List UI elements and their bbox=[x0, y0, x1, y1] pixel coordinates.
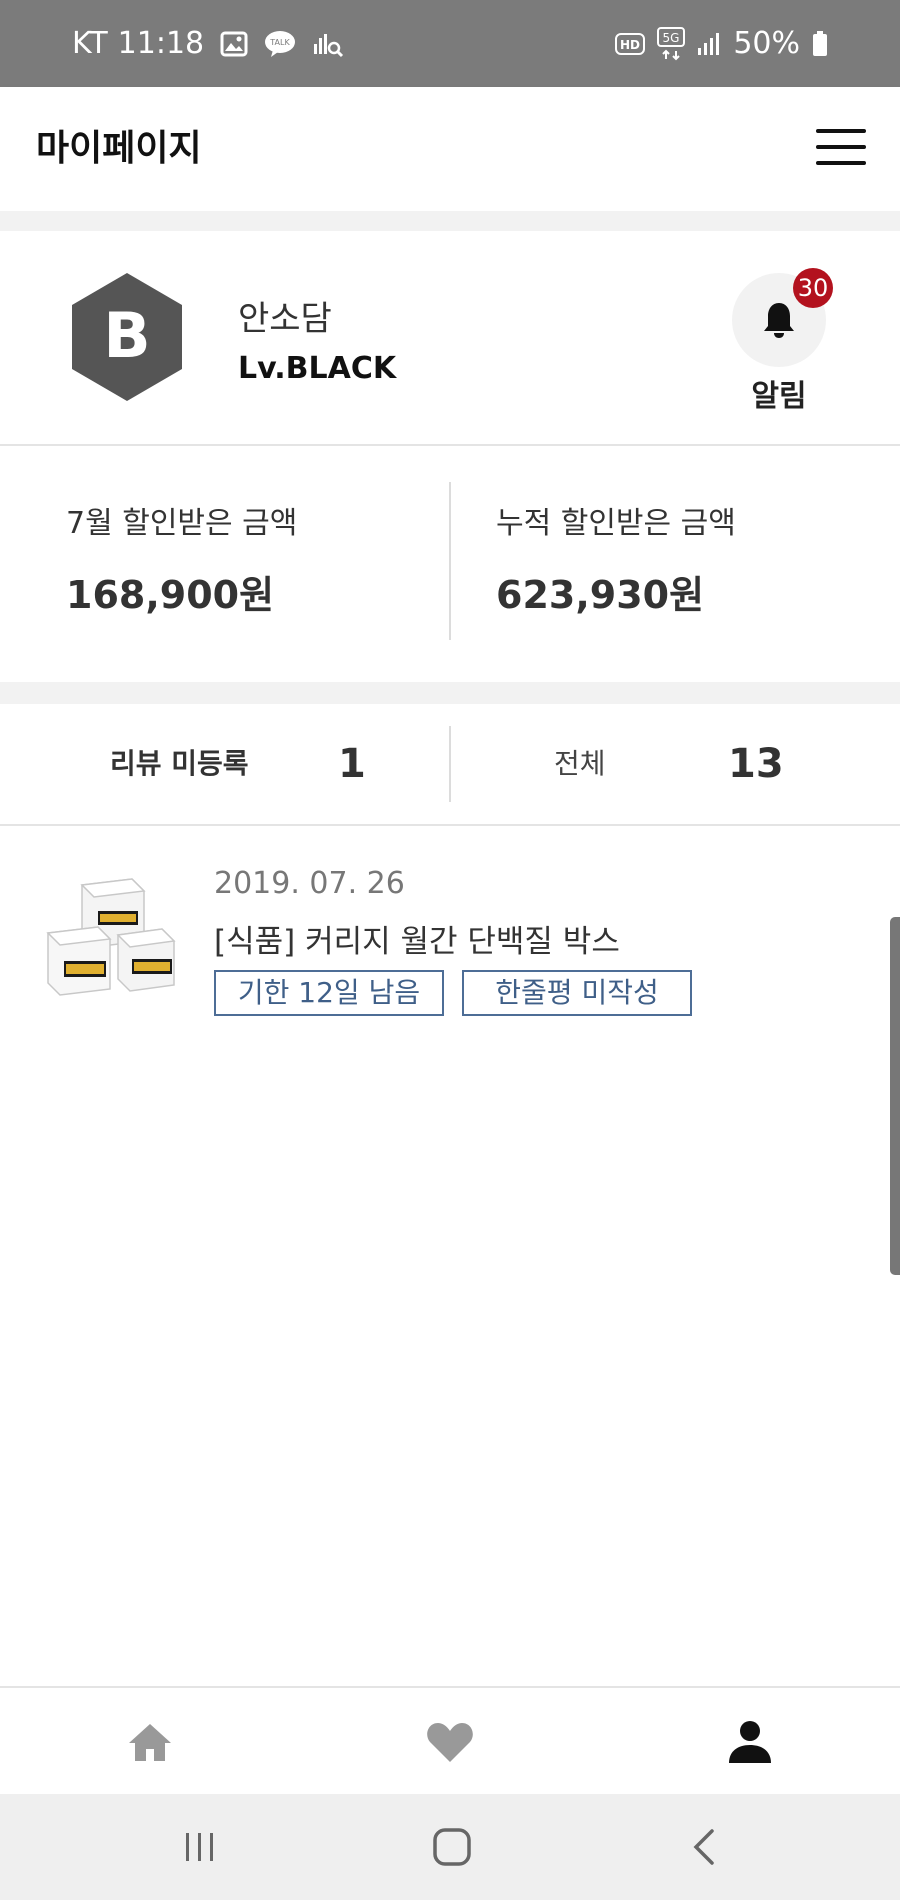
list-item[interactable]: 2019. 07. 26 [식품] 커리지 월간 단백질 박스 기한 12일 남… bbox=[0, 826, 900, 1026]
monthly-discount: 7월 할인받은 금액 168,900원 bbox=[0, 446, 450, 682]
status-bar-left: KT 11:18 TALK bbox=[72, 0, 344, 87]
tab-unregistered-reviews[interactable]: 리뷰 미등록 1 bbox=[0, 704, 450, 824]
tab-all-reviews[interactable]: 전체 13 bbox=[450, 704, 900, 824]
total-discount-label: 누적 할인받은 금액 bbox=[496, 506, 736, 541]
user-name: 안소담 bbox=[238, 299, 332, 339]
page-title: 마이페이지 bbox=[36, 128, 202, 169]
product-thumbnail bbox=[44, 871, 184, 1011]
review-product-title: [식품] 커리지 월간 단백질 박스 bbox=[214, 924, 620, 960]
heart-icon bbox=[427, 1723, 473, 1762]
signal-icon bbox=[697, 32, 721, 56]
nav-mypage[interactable] bbox=[600, 1688, 900, 1796]
bottom-navigation bbox=[0, 1686, 900, 1796]
review-date: 2019. 07. 26 bbox=[214, 866, 405, 901]
monthly-discount-value: 168,900원 bbox=[66, 573, 275, 617]
5g-icon: 5G bbox=[657, 26, 686, 61]
deadline-badge: 기한 12일 남음 bbox=[214, 970, 444, 1016]
profile-card: B 안소담 Lv.BLACK 30 알림 bbox=[0, 231, 900, 446]
status-bar: KT 11:18 TALK HD 5G 50% bbox=[0, 0, 900, 87]
svg-text:5G: 5G bbox=[663, 31, 680, 45]
home-icon bbox=[129, 1724, 171, 1761]
search-analytics-icon bbox=[312, 30, 344, 58]
svg-text:HD: HD bbox=[620, 38, 640, 52]
scrollbar[interactable] bbox=[890, 917, 900, 1275]
tab-count: 1 bbox=[338, 741, 366, 787]
battery-percent: 50% bbox=[733, 26, 800, 61]
svg-text:TALK: TALK bbox=[269, 38, 290, 47]
total-discount-value: 623,930원 bbox=[496, 573, 705, 617]
system-navigation-bar bbox=[0, 1794, 900, 1900]
tab-count: 13 bbox=[728, 741, 784, 787]
nav-wishlist[interactable] bbox=[300, 1688, 600, 1796]
recent-apps-icon bbox=[186, 1833, 213, 1861]
back-button[interactable] bbox=[554, 1794, 854, 1900]
alarm-label: 알림 bbox=[751, 379, 807, 414]
tab-label: 리뷰 미등록 bbox=[110, 747, 249, 780]
section-spacer bbox=[0, 211, 900, 231]
monthly-discount-label: 7월 할인받은 금액 bbox=[66, 506, 298, 541]
hamburger-menu-icon[interactable] bbox=[816, 129, 866, 167]
home-square-icon bbox=[433, 1828, 471, 1866]
user-level: Lv.BLACK bbox=[238, 351, 397, 386]
app-header: 마이페이지 bbox=[0, 87, 900, 211]
alarm-count-badge: 30 bbox=[793, 268, 833, 308]
kakaotalk-icon: TALK bbox=[264, 30, 296, 58]
review-tabs: 리뷰 미등록 1 전체 13 bbox=[0, 704, 900, 826]
person-icon bbox=[729, 1721, 771, 1763]
carrier-label: KT bbox=[72, 26, 108, 61]
discount-summary: 7월 할인받은 금액 168,900원 누적 할인받은 금액 623,930원 bbox=[0, 446, 900, 682]
review-status-badge: 한줄평 미작성 bbox=[462, 970, 692, 1016]
bell-icon bbox=[764, 303, 794, 338]
section-spacer bbox=[0, 682, 900, 704]
svg-text:B: B bbox=[103, 299, 150, 372]
status-bar-right: HD 5G 50% bbox=[615, 0, 828, 87]
hd-icon: HD bbox=[615, 32, 646, 55]
nav-home[interactable] bbox=[0, 1688, 300, 1796]
clock: 11:18 bbox=[117, 26, 205, 61]
battery-icon bbox=[812, 30, 828, 57]
gallery-icon bbox=[220, 31, 248, 57]
grade-hexagon-badge: B bbox=[70, 271, 184, 403]
tab-label: 전체 bbox=[554, 747, 606, 780]
back-chevron-icon bbox=[693, 1829, 714, 1865]
total-discount: 누적 할인받은 금액 623,930원 bbox=[430, 446, 880, 682]
